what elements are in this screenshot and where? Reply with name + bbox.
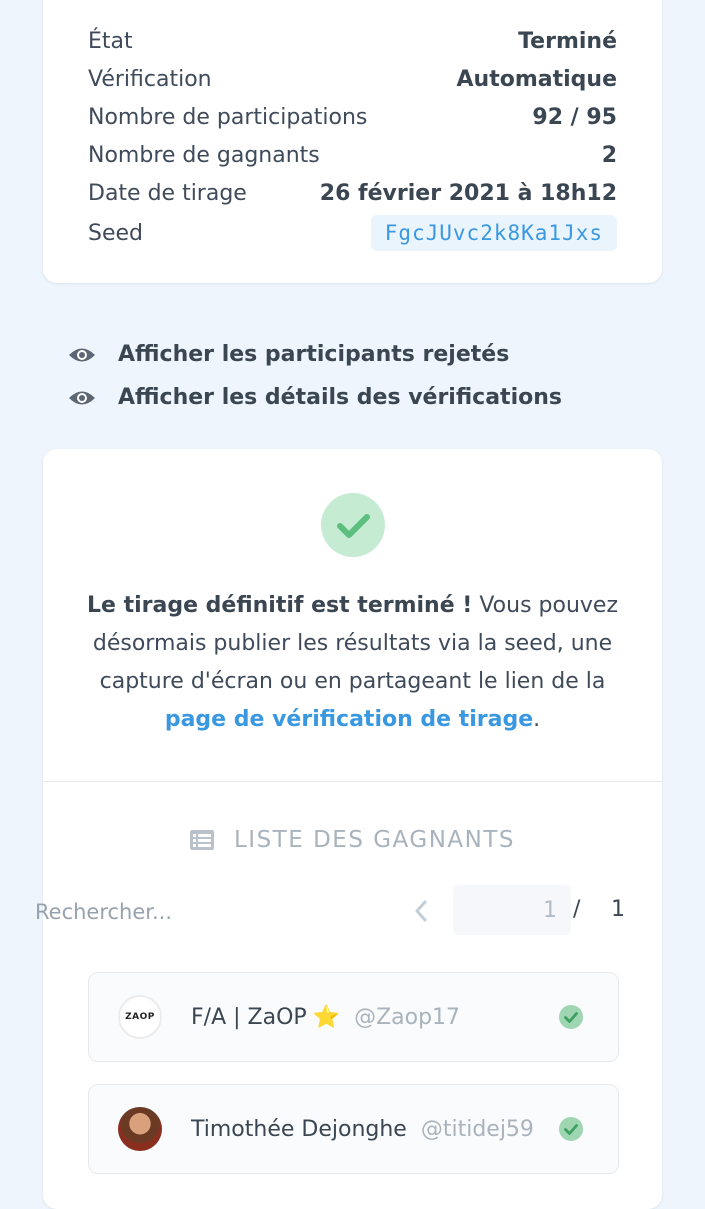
info-label: Seed [88,220,143,246]
list-icon [189,830,214,850]
search-input[interactable] [33,889,237,935]
avatar [118,1107,162,1151]
info-label: Nombre de gagnants [88,142,320,168]
winner-item[interactable]: ZAOP F/A | ZaOP ⭐ @Zaop17 [88,972,619,1062]
divider [43,781,662,782]
toggle-label: Afficher les détails des vérifications [118,385,562,410]
winner-handle[interactable]: @titidej59 [421,1117,534,1142]
winner-name-line: F/A | ZaOP ⭐ @Zaop17 [191,1005,460,1030]
show-rejected-toggle[interactable]: Afficher les participants rejetés [68,342,509,367]
winner-handle[interactable]: @Zaop17 [354,1005,460,1030]
result-message: Le tirage définitif est terminé ! Vous p… [83,587,622,739]
verified-check-icon [559,1117,583,1141]
info-value: 26 février 2021 à 18h12 [319,180,617,206]
verification-page-link[interactable]: page de vérification de tirage [165,707,533,732]
winner-name-line: Timothée Dejonghe @titidej59 [191,1117,534,1142]
info-row-winners-count: Nombre de gagnants 2 [88,136,617,174]
page-number-input[interactable] [453,885,571,935]
info-row-participations: Nombre de participations 92 / 95 [88,98,617,136]
info-value: Terminé [518,28,617,54]
info-value: 2 [601,142,617,168]
seed-value[interactable]: FgcJUvc2k8Ka1Jxs [370,215,617,251]
info-value: 92 / 95 [532,104,617,130]
winner-item[interactable]: Timothée Dejonghe @titidej59 [88,1084,619,1174]
info-row-draw-date: Date de tirage 26 février 2021 à 18h12 [88,174,617,212]
eye-icon [69,391,95,404]
eye-icon [69,348,95,361]
winner-name: Timothée Dejonghe [191,1116,407,1142]
page-separator: / [573,897,581,922]
page-total: 1 [611,897,625,922]
result-message-bold: Le tirage définitif est terminé ! [86,593,473,618]
info-label: État [88,28,133,54]
toggle-label: Afficher les participants rejetés [118,342,510,367]
info-label: Date de tirage [88,180,247,206]
info-row-seed: Seed FgcJUvc2k8Ka1Jxs [88,214,617,252]
winners-list-title-text: LISTE DES GAGNANTS [233,827,515,853]
info-row-verification: Vérification Automatique [88,60,617,98]
info-label: Nombre de participations [88,104,368,130]
chevron-left-icon[interactable] [409,897,433,925]
avatar: ZAOP [118,995,162,1039]
star-icon: ⭐ [312,1004,341,1030]
draw-info-card: État Terminé Vérification Automatique No… [43,0,662,283]
success-check-icon [321,493,385,557]
verified-check-icon [559,1005,583,1029]
winners-list-title: LISTE DES GAGNANTS [43,827,662,853]
show-verifications-toggle[interactable]: Afficher les détails des vérifications [68,385,562,410]
info-row-state: État Terminé [88,22,617,60]
winner-name: F/A | ZaOP [191,1004,307,1030]
info-label: Vérification [88,66,212,92]
result-card: Le tirage définitif est terminé ! Vous p… [33,449,662,1209]
info-value: Automatique [456,66,617,92]
result-message-end: . [533,707,541,732]
